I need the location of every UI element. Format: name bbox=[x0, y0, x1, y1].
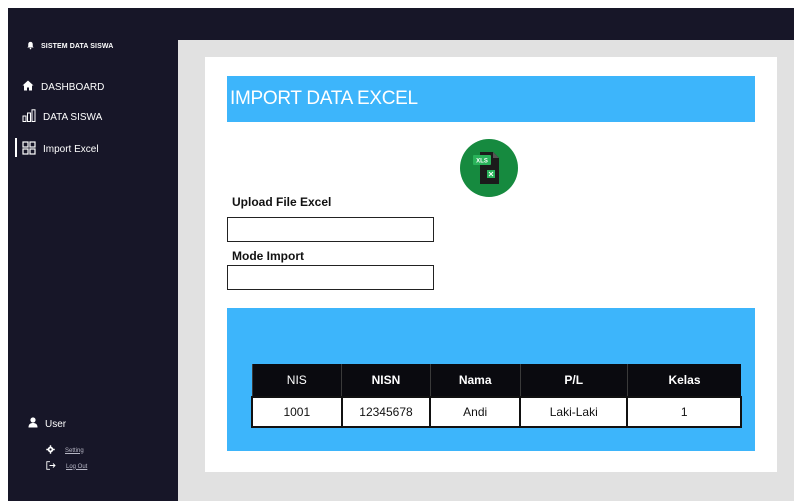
setting-link[interactable]: Setting bbox=[46, 445, 84, 456]
column-header-nama: Nama bbox=[429, 364, 520, 397]
app-brand: SISTEM DATA SISWA bbox=[26, 41, 113, 52]
home-icon bbox=[22, 80, 34, 94]
grid-icon bbox=[22, 141, 36, 158]
table-header-row: NIS NISN Nama P/L Kelas bbox=[251, 364, 741, 397]
user-icon bbox=[28, 417, 38, 431]
table-cell-nisn: 12345678 bbox=[340, 396, 432, 428]
page-title: IMPORT DATA EXCEL bbox=[227, 76, 755, 122]
logout-link[interactable]: Log Out bbox=[46, 461, 87, 472]
table-cell-nis: 1001 bbox=[251, 396, 343, 428]
mode-import-label: Mode Import bbox=[232, 249, 304, 263]
bar-chart-icon bbox=[22, 109, 36, 125]
sidebar-item-label: DASHBOARD bbox=[41, 81, 105, 93]
xls-icon-label: XLS bbox=[476, 159, 488, 165]
student-table: NIS NISN Nama P/L Kelas 1001 12345678 An… bbox=[251, 364, 742, 428]
bell-icon bbox=[26, 41, 35, 52]
upload-file-input[interactable] bbox=[227, 217, 434, 242]
table-cell-pl: Laki-Laki bbox=[518, 396, 629, 428]
gear-icon bbox=[46, 445, 55, 456]
table-row: 1001 12345678 Andi Laki-Laki 1 bbox=[251, 396, 742, 428]
sidebar-item-label: DATA SISWA bbox=[43, 111, 103, 123]
column-header-pl: P/L bbox=[519, 364, 628, 397]
column-header-nis: NIS bbox=[251, 364, 342, 397]
column-header-nisn: NISN bbox=[341, 364, 431, 397]
column-header-kelas: Kelas bbox=[626, 364, 741, 397]
app-title: SISTEM DATA SISWA bbox=[41, 43, 114, 50]
user-label: User bbox=[45, 418, 67, 430]
upload-file-label: Upload File Excel bbox=[232, 195, 332, 209]
mode-import-input[interactable] bbox=[227, 265, 434, 290]
sidebar-item-import-excel[interactable]: Import Excel bbox=[15, 138, 99, 158]
table-cell-nama: Andi bbox=[429, 396, 521, 428]
logout-label: Log Out bbox=[66, 463, 88, 470]
setting-label: Setting bbox=[65, 447, 84, 454]
excel-file-icon: XLS bbox=[460, 139, 518, 197]
sidebar-item-dashboard[interactable]: DASHBOARD bbox=[22, 80, 104, 94]
logout-icon bbox=[46, 461, 56, 472]
table-cell-kelas: 1 bbox=[626, 396, 742, 428]
sidebar-item-data-siswa[interactable]: DATA SISWA bbox=[22, 109, 102, 125]
sidebar-item-label: Import Excel bbox=[43, 144, 99, 155]
app-window: SISTEM DATA SISWA DASHBOARD DATA SISWA I… bbox=[0, 0, 794, 501]
user-profile[interactable]: User bbox=[28, 417, 66, 431]
